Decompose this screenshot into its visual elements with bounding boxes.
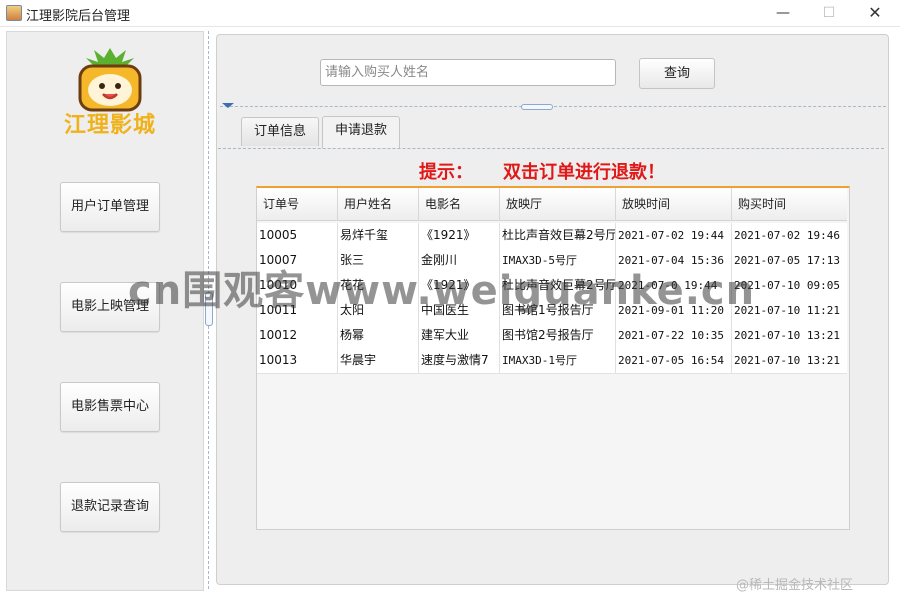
cell-show-time: 2021-07-02 19:44 <box>616 223 732 248</box>
sidebar-item-ticket-center[interactable]: 电影售票中心 <box>60 382 160 432</box>
source-credit: @稀土掘金技术社区 <box>736 578 854 593</box>
cell-movie-name: 《1921》 <box>419 223 500 248</box>
cell-movie-name: 建军大业 <box>419 323 500 348</box>
close-button[interactable]: ✕ <box>852 0 898 26</box>
cell-hall: 杜比声音效巨幕2号厅 <box>500 223 616 248</box>
tab-order-info[interactable]: 订单信息 <box>241 117 319 146</box>
query-button[interactable]: 查询 <box>639 58 715 89</box>
search-input[interactable]: 请输入购买人姓名 <box>320 59 616 86</box>
table-header: 订单号 用户姓名 电影名 放映厅 放映时间 购买时间 <box>257 188 847 221</box>
cell-hall: IMAX3D-1号厅 <box>500 348 616 373</box>
window-title: 江理影院后台管理 <box>26 9 131 24</box>
java-app-icon <box>6 5 22 21</box>
column-header-hall[interactable]: 放映厅 <box>500 188 616 220</box>
column-header-user-name[interactable]: 用户姓名 <box>338 188 419 220</box>
watermark-text: cn围观客www.weiguanke.cn <box>128 268 756 314</box>
cinema-logo-icon <box>78 48 142 112</box>
cell-order-id: 10012 <box>257 323 338 348</box>
sidebar-item-refund-records[interactable]: 退款记录查询 <box>60 482 160 532</box>
column-header-movie-name[interactable]: 电影名 <box>419 188 500 220</box>
logo-text: 江理影城 <box>63 113 156 138</box>
column-header-order-id[interactable]: 订单号 <box>257 188 338 220</box>
column-header-purchase-time[interactable]: 购买时间 <box>732 188 847 220</box>
column-header-show-time[interactable]: 放映时间 <box>616 188 732 220</box>
cell-show-time: 2021-07-22 10:35 <box>616 323 732 348</box>
table-row[interactable]: 10013 华晨宇 速度与激情7 IMAX3D-1号厅 2021-07-05 1… <box>257 348 847 374</box>
cell-movie-name: 速度与激情7 <box>419 348 500 373</box>
collapse-arrow-icon[interactable] <box>222 103 234 108</box>
orders-table: 订单号 用户姓名 电影名 放映厅 放映时间 购买时间 10005 易烊千玺 《1… <box>256 186 850 530</box>
horizontal-splitter[interactable] <box>220 106 886 107</box>
cell-hall: 图书馆2号报告厅 <box>500 323 616 348</box>
window-titlebar: 江理影院后台管理 — ☐ ✕ <box>0 0 900 27</box>
cell-order-id: 10013 <box>257 348 338 373</box>
cell-user-name: 易烊千玺 <box>338 223 419 248</box>
cell-order-id: 10005 <box>257 223 338 248</box>
cell-user-name: 杨幂 <box>338 323 419 348</box>
cell-purchase-time: 2021-07-02 19:46 <box>734 229 840 242</box>
cell-user-name: 华晨宇 <box>338 348 419 373</box>
minimize-button[interactable]: — <box>760 0 806 26</box>
table-row[interactable]: 10012 杨幂 建军大业 图书馆2号报告厅 2021-07-22 10:35 … <box>257 323 847 349</box>
cell-show-time: 2021-07-05 16:54 <box>616 348 732 373</box>
refund-hint: 提示： 双击订单进行退款！ <box>419 158 665 184</box>
cell-purchase-time: 2021-07-10 13:21 <box>734 329 840 342</box>
table-row[interactable]: 10005 易烊千玺 《1921》 杜比声音效巨幕2号厅 2021-07-02 … <box>257 223 847 249</box>
maximize-button[interactable]: ☐ <box>806 0 852 26</box>
horizontal-splitter-handle[interactable] <box>521 104 553 110</box>
hint-text: 双击订单进行退款！ <box>503 162 665 183</box>
hint-prefix: 提示： <box>419 162 473 183</box>
cell-purchase-time: 2021-07-10 13:21 <box>734 354 840 367</box>
sidebar-item-order-management[interactable]: 用户订单管理 <box>60 182 160 232</box>
tab-request-refund[interactable]: 申请退款 <box>322 116 400 148</box>
tab-divider <box>218 148 884 149</box>
